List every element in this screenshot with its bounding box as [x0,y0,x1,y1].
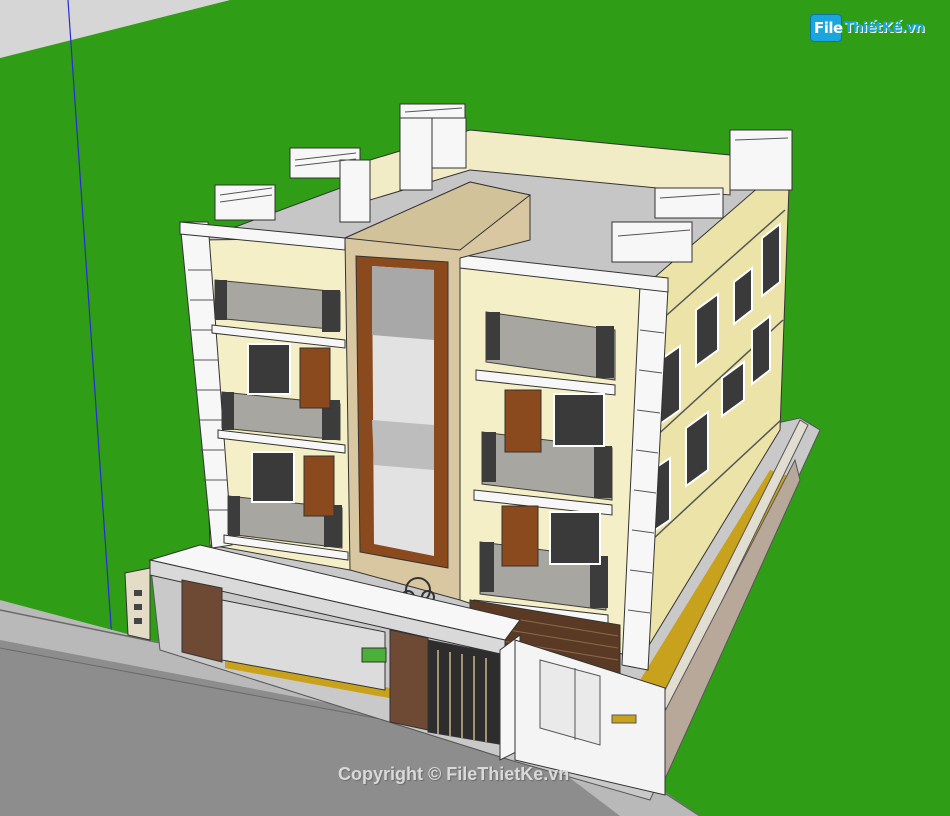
brick-pillar-right [389,629,429,731]
logo-badge: File [810,14,843,42]
copyright-watermark: Copyright © FileThietKe.vn [338,764,570,784]
logo-domain-text: ThiếtKế.vn [844,20,925,36]
site-logo: File ThiếtKế.vn [810,14,925,44]
main-gate [427,639,506,746]
brick-pillar-left [181,579,223,663]
sketchup-viewport: File ThiếtKế.vn Copyright © FileThietKe.… [0,0,950,816]
building-render [0,0,950,816]
logo-file-text: File [814,19,843,37]
balconies-right [473,311,616,626]
